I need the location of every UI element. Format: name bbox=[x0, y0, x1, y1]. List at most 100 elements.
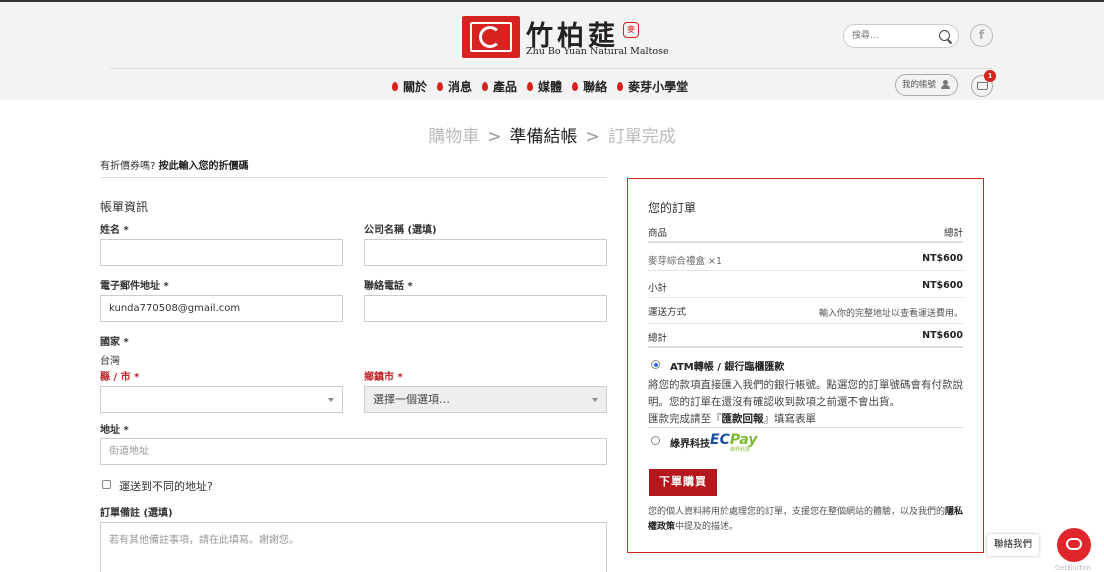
search-input[interactable] bbox=[852, 28, 936, 44]
nav-item-contact[interactable]: 聯絡 bbox=[572, 76, 607, 96]
shipping-value: 輸入你的完整地址以查看運送費用。 bbox=[818, 309, 963, 319]
drop-icon bbox=[572, 81, 579, 91]
atm-description: 將您的款項直接匯入我們的銀行帳號。點選您的訂單號碼會有付款說明。您的訂單在還沒有… bbox=[648, 377, 966, 428]
county-select[interactable] bbox=[100, 386, 343, 413]
subtotal-value: NT$600 bbox=[922, 280, 963, 291]
privacy-text-end: 中提及的描述。 bbox=[675, 522, 739, 532]
logo-swirl-icon bbox=[479, 26, 501, 48]
shipping-row: 運送方式 輸入你的完整地址以查看運送費用。 bbox=[648, 298, 963, 324]
search-icon[interactable] bbox=[939, 30, 950, 41]
phone-label: 聯絡電話 * bbox=[364, 281, 413, 292]
col-product: 商品 bbox=[648, 228, 668, 239]
email-label: 電子郵件地址 * bbox=[100, 281, 169, 292]
step-arrow-icon: > bbox=[487, 127, 502, 147]
atm-radio[interactable] bbox=[651, 360, 660, 369]
nav-label: 麥芽小學堂 bbox=[628, 79, 689, 94]
order-summary-panel: 您的訂單 商品 總計 麥芽綜合禮盒 ×1 NT$600 小計 NT$600 運送… bbox=[627, 178, 984, 553]
item-price: NT$600 bbox=[922, 253, 963, 264]
billing-heading: 帳單資訊 bbox=[100, 200, 149, 214]
nav-item-media[interactable]: 媒體 bbox=[527, 76, 562, 96]
logo-mark bbox=[462, 16, 520, 58]
facebook-icon[interactable]: f bbox=[970, 24, 993, 47]
ship-different-checkbox[interactable] bbox=[102, 480, 111, 489]
col-total: 總計 bbox=[943, 228, 963, 239]
search-box bbox=[843, 24, 959, 48]
main-nav: 關於 消息 產品 媒體 聯絡 麥芽小學堂 bbox=[392, 76, 688, 96]
step-cart[interactable]: 購物車 bbox=[428, 127, 479, 147]
county-label: 縣 / 市 * bbox=[100, 372, 140, 383]
name-label: 姓名 * bbox=[100, 225, 129, 236]
atm-label[interactable]: ATM轉帳 / 銀行臨櫃匯款 bbox=[670, 358, 784, 373]
contact-us-label[interactable]: 聯絡我們 bbox=[987, 534, 1040, 556]
order-title: 您的訂單 bbox=[648, 201, 697, 215]
subtotal-row: 小計 NT$600 bbox=[648, 274, 963, 298]
nav-label: 媒體 bbox=[538, 79, 563, 94]
privacy-text: 您的個人資料將用於處理您的訂單，支援您在整個網站的體驗，以及我們的 bbox=[648, 507, 946, 517]
coupon-notice: 有折價券嗎? 按此輸入您的折價碼 bbox=[100, 157, 249, 172]
nav-label: 產品 bbox=[493, 79, 518, 94]
nav-label: 聯絡 bbox=[583, 79, 608, 94]
place-order-button[interactable]: 下單購買 bbox=[649, 469, 717, 496]
company-field[interactable] bbox=[364, 239, 607, 266]
ecpay-logo: ECPay 綠界科技 bbox=[710, 432, 757, 453]
company-label: 公司名稱 (選填) bbox=[364, 225, 437, 236]
checkout-steps: 購物車 > 準備結帳 > 訂單完成 bbox=[0, 122, 1104, 147]
country-label: 國家 * bbox=[100, 337, 129, 348]
cart-icon bbox=[977, 82, 988, 90]
nav-label: 消息 bbox=[448, 79, 473, 94]
email-field[interactable]: kunda770508@gmail.com bbox=[100, 295, 343, 322]
shipping-label: 運送方式 bbox=[648, 307, 687, 318]
item-name: 麥芽綜合禮盒 ×1 bbox=[648, 256, 723, 267]
nav-item-products[interactable]: 產品 bbox=[482, 76, 517, 96]
coupon-divider bbox=[100, 177, 607, 178]
my-account-label: 我的帳號 bbox=[902, 80, 937, 90]
my-account-button[interactable]: 我的帳號 bbox=[895, 74, 958, 96]
phone-field[interactable] bbox=[364, 295, 607, 322]
step-checkout: 準備結帳 bbox=[509, 127, 578, 147]
total-label: 總計 bbox=[648, 333, 668, 344]
chevron-down-icon bbox=[328, 398, 334, 402]
atm-desc-text: 將您的款項直接匯入我們的銀行帳號。點選您的訂單號碼會有付款說明。您的訂單在還沒有… bbox=[648, 379, 963, 408]
name-field[interactable] bbox=[100, 239, 343, 266]
atm-desc-report-suffix: 』填寫表單 bbox=[763, 413, 817, 425]
logo-subtitle: Zhu Bo Yuan Natural Maltose bbox=[526, 46, 669, 57]
getbutton-credit: GetButton bbox=[1055, 564, 1091, 572]
order-header-row: 商品 總計 bbox=[648, 219, 963, 243]
drop-icon bbox=[437, 81, 444, 91]
step-arrow-icon: > bbox=[585, 127, 600, 147]
country-value: 台灣 bbox=[100, 356, 120, 367]
chat-icon bbox=[1066, 538, 1082, 550]
nav-item-malt-school[interactable]: 麥芽小學堂 bbox=[617, 76, 688, 96]
ecpay-logo-small: 綠界科技 bbox=[730, 447, 751, 453]
header-divider bbox=[110, 68, 992, 69]
order-notes-label: 訂單備註 (選填) bbox=[100, 508, 173, 519]
town-label: 鄉鎮市 * bbox=[364, 372, 403, 383]
nav-item-news[interactable]: 消息 bbox=[437, 76, 472, 96]
address-field[interactable]: 街道地址 bbox=[100, 438, 607, 465]
cart-count-badge: 1 bbox=[984, 70, 996, 82]
contact-us-button[interactable] bbox=[1057, 528, 1091, 562]
step-complete: 訂單完成 bbox=[607, 127, 676, 147]
chevron-down-icon bbox=[592, 398, 598, 402]
atm-desc-report: 匯款完成請至『匯款回報』填寫表單 bbox=[648, 411, 966, 428]
ecpay-logo-ec: EC bbox=[710, 432, 730, 448]
order-notes-field[interactable]: 若有其他備註事項，請在此填寫。謝謝您。 bbox=[100, 522, 607, 572]
town-select-placeholder: 選擇一個選項… bbox=[373, 393, 450, 406]
ship-different-label[interactable]: 運送到不同的地址? bbox=[119, 478, 213, 494]
town-select[interactable]: 選擇一個選項… bbox=[364, 386, 607, 413]
drop-icon bbox=[482, 81, 489, 91]
site-header: 竹柏莚 麥 Zhu Bo Yuan Natural Maltose f 關於 消… bbox=[0, 2, 1104, 100]
coupon-question: 有折價券嗎? bbox=[100, 161, 156, 172]
site-logo[interactable]: 竹柏莚 麥 Zhu Bo Yuan Natural Maltose bbox=[462, 16, 669, 60]
coupon-link[interactable]: 按此輸入您的折價碼 bbox=[159, 161, 249, 172]
nav-item-about[interactable]: 關於 bbox=[392, 76, 427, 96]
order-item-row: 麥芽綜合禮盒 ×1 NT$600 bbox=[648, 247, 963, 271]
subtotal-label: 小計 bbox=[648, 283, 668, 294]
logo-seal-icon: 麥 bbox=[623, 22, 639, 38]
privacy-notice: 您的個人資料將用於處理您的訂單，支援您在整個網站的體驗，以及我們的隱私權政策中提… bbox=[648, 505, 966, 535]
ecpay-radio[interactable] bbox=[651, 436, 660, 445]
ecpay-label[interactable]: 綠界科技 bbox=[670, 435, 710, 450]
total-row: 總計 NT$600 bbox=[648, 324, 963, 348]
address-label: 地址 * bbox=[100, 425, 129, 436]
remittance-report-link[interactable]: 匯款回報 bbox=[722, 413, 764, 425]
